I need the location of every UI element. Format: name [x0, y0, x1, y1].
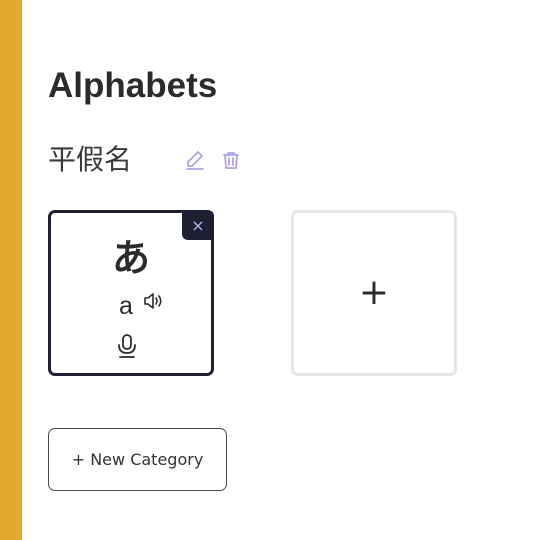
trash-icon[interactable]: [218, 140, 244, 180]
edit-pencil-icon[interactable]: [182, 140, 208, 180]
page-title: Alphabets: [48, 66, 218, 105]
romaji-row: a: [51, 291, 211, 321]
accent-sidebar-bar: [0, 0, 22, 540]
letter-card[interactable]: × あ a: [48, 210, 214, 376]
speaker-icon[interactable]: [143, 291, 165, 311]
card-glyph: あ: [111, 236, 150, 280]
add-card-button[interactable]: +: [291, 210, 457, 376]
card-romaji: a: [119, 291, 133, 320]
microphone-icon[interactable]: [116, 333, 138, 359]
category-header: 平假名: [48, 140, 239, 180]
category-name: 平假名: [48, 143, 133, 176]
plus-icon: +: [358, 272, 390, 313]
new-category-button[interactable]: + New Category: [48, 428, 227, 491]
